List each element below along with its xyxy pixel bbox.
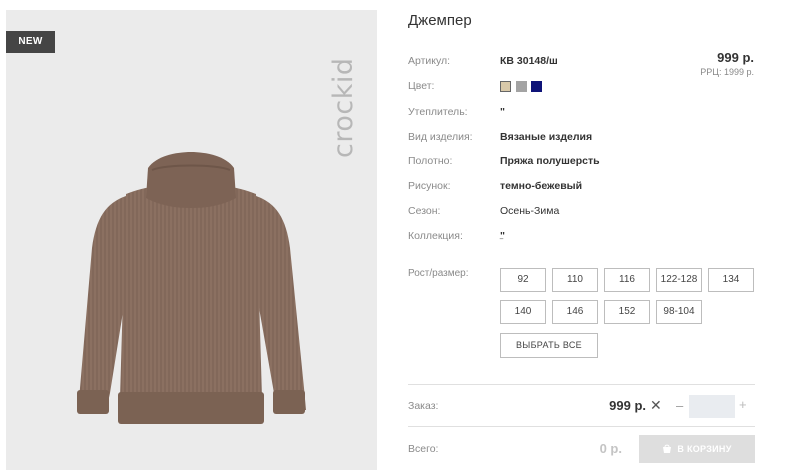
- size-option[interactable]: 92: [500, 268, 546, 292]
- select-all-sizes-button[interactable]: ВЫБРАТЬ ВСЕ: [500, 333, 598, 358]
- spec-label: Цвет:: [408, 80, 435, 92]
- spec-label: Полотно:: [408, 155, 453, 167]
- order-price: 999 р.: [609, 398, 646, 413]
- quantity-decrease-button[interactable]: –: [676, 398, 683, 413]
- spec-label: Рисунок:: [408, 180, 451, 192]
- spec-value: КВ 30148/ш: [500, 55, 558, 67]
- quantity-increase-button[interactable]: +: [739, 397, 747, 412]
- product-title: Джемпер: [408, 12, 472, 29]
- spec-label: Коллекция:: [408, 230, 463, 242]
- spec-label: Утеплитель:: [408, 106, 468, 118]
- product-photo: NEW crockid: [6, 10, 377, 470]
- add-to-cart-button[interactable]: В КОРЗИНУ: [639, 435, 755, 463]
- color-swatch-grey[interactable]: [516, 81, 527, 92]
- spec-value: Вязаные изделия: [500, 131, 593, 143]
- spec-value: темно-бежевый: [500, 180, 583, 192]
- add-to-cart-label: В КОРЗИНУ: [677, 444, 732, 454]
- collection-dash: ‾: [500, 238, 503, 248]
- spec-label: Сезон:: [408, 205, 441, 217]
- size-option[interactable]: 110: [552, 268, 598, 292]
- spec-label: Вид изделия:: [408, 131, 473, 143]
- divider: [408, 384, 755, 385]
- sweater-image: [77, 152, 306, 424]
- remove-order-icon[interactable]: ✕: [650, 397, 662, 414]
- product-rrp: РРЦ: 1999 р.: [700, 67, 754, 77]
- brand-logo-text: crockid: [328, 57, 359, 159]
- spec-value: ": [500, 106, 505, 118]
- cart-icon: [663, 444, 672, 453]
- spec-value: Осень-Зима: [500, 205, 560, 217]
- size-option[interactable]: 116: [604, 268, 650, 292]
- quantity-input[interactable]: [689, 395, 735, 418]
- new-badge: NEW: [6, 31, 55, 53]
- size-option[interactable]: 140: [500, 300, 546, 324]
- spec-label: Артикул:: [408, 55, 451, 67]
- size-option[interactable]: 152: [604, 300, 650, 324]
- color-swatch-beige[interactable]: [500, 81, 511, 92]
- size-option[interactable]: 98-104: [656, 300, 702, 324]
- divider: [408, 426, 755, 427]
- product-price: 999 р.: [717, 50, 754, 65]
- sizes-label: Рост/размер:: [408, 268, 469, 279]
- spec-value: Пряжа полушерсть: [500, 155, 600, 167]
- size-option[interactable]: 134: [708, 268, 754, 292]
- total-label: Всего:: [408, 443, 439, 455]
- total-price: 0 р.: [599, 441, 622, 456]
- size-option[interactable]: 122-128: [656, 268, 702, 292]
- color-swatch-navy[interactable]: [531, 81, 542, 92]
- order-label: Заказ:: [408, 400, 439, 412]
- size-option[interactable]: 146: [552, 300, 598, 324]
